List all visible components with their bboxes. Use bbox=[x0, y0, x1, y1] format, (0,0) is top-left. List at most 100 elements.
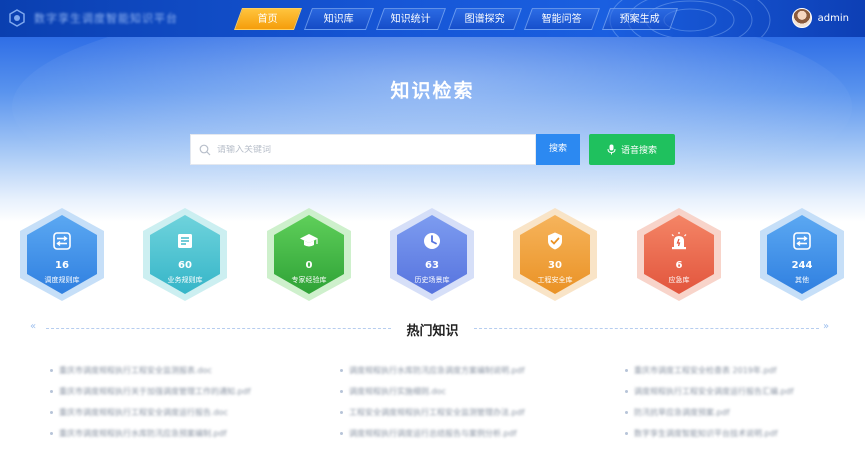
search-hero: 知识检索 搜索 语音搜索 bbox=[0, 37, 865, 222]
hot-item-title: 调度规程执行工程安全调度运行报告汇编.pdf bbox=[634, 387, 794, 396]
top-header: 数字孪生调度智能知识平台 首页 知识库 知识统计 图谱探究 智能问答 预案生成 … bbox=[0, 0, 865, 37]
hot-list-item[interactable]: 数字孪生调度智能知识平台技术说明.pdf bbox=[625, 423, 794, 444]
cat-history-scenes[interactable]: 63 历史场景库 bbox=[386, 207, 478, 302]
bullet-dot bbox=[625, 432, 628, 435]
search-input[interactable] bbox=[217, 144, 517, 155]
hot-list-item[interactable]: 重庆市调度规程执行工程安全调度运行报告.doc bbox=[50, 402, 251, 423]
hexagon-shape bbox=[390, 208, 474, 301]
nav-item-knowledge-base[interactable]: 知识库 bbox=[303, 8, 375, 30]
hot-list-item[interactable]: 调度规程执行水库防汛应急调度方案编制说明.pdf bbox=[340, 360, 525, 381]
cat-emergency[interactable]: 6 应急库 bbox=[633, 207, 725, 302]
bullet-dot bbox=[50, 369, 53, 372]
nav-label: 预案生成 bbox=[619, 14, 660, 25]
microphone-icon bbox=[607, 144, 616, 155]
category-label: 应急库 bbox=[668, 276, 690, 284]
nav-item-smart-qa[interactable]: 智能问答 bbox=[523, 8, 601, 30]
category-count: 0 bbox=[305, 260, 313, 271]
nav-label: 图谱探究 bbox=[464, 14, 505, 25]
nav-label: 智能问答 bbox=[541, 14, 582, 25]
hot-item-title: 重庆市调度规程执行关于加强调度管理工作的通知.pdf bbox=[59, 387, 251, 396]
bullet-dot bbox=[625, 411, 628, 414]
bullet-dot bbox=[50, 432, 53, 435]
hot-item-title: 调度规程执行水库防汛应急调度方案编制说明.pdf bbox=[349, 366, 525, 375]
alarm-icon bbox=[671, 232, 687, 250]
cat-expert-experience[interactable]: 0 专家经验库 bbox=[263, 207, 355, 302]
hot-list-item[interactable]: 调度规程执行实施细则.doc bbox=[340, 381, 525, 402]
sliders-icon bbox=[53, 232, 71, 250]
bullet-dot bbox=[50, 390, 53, 393]
cat-other[interactable]: 244 其他 bbox=[756, 207, 848, 302]
nav-item-knowledge-stats[interactable]: 知识统计 bbox=[375, 8, 447, 30]
cat-engineering-safety[interactable]: 30 工程安全库 bbox=[509, 207, 601, 302]
category-label: 工程安全库 bbox=[537, 276, 573, 284]
shield-check-icon bbox=[548, 232, 562, 250]
bullet-dot bbox=[340, 432, 343, 435]
hexagon-shape bbox=[20, 208, 104, 301]
sliders-icon bbox=[793, 232, 811, 250]
category-label: 其他 bbox=[795, 276, 809, 284]
nav-item-graph-explore[interactable]: 图谱探究 bbox=[447, 8, 523, 30]
logo[interactable]: 数字孪生调度智能知识平台 bbox=[8, 9, 178, 27]
page-title: 知识检索 bbox=[390, 80, 475, 102]
bullet-dot bbox=[340, 369, 343, 372]
hot-item-title: 调度规程执行实施细则.doc bbox=[349, 387, 446, 396]
bullet-dot bbox=[625, 390, 628, 393]
hot-item-title: 重庆市调度规程执行工程安全监测报表.doc bbox=[59, 366, 212, 375]
hexagon-shape bbox=[143, 208, 227, 301]
hot-list-item[interactable]: 重庆市调度规程执行关于加强调度管理工作的通知.pdf bbox=[50, 381, 251, 402]
hot-list-item[interactable]: 重庆市调度工程安全检查表 2019年.pdf bbox=[625, 360, 794, 381]
hot-list-item[interactable]: 调度规程执行调度运行总结报告与案例分析.pdf bbox=[340, 423, 525, 444]
book-icon bbox=[178, 234, 192, 248]
hot-item-title: 工程安全调度规程执行工程安全监测管理办法.pdf bbox=[349, 408, 525, 417]
hot-item-title: 数字孪生调度智能知识平台技术说明.pdf bbox=[634, 429, 778, 438]
hot-list-item[interactable]: 重庆市调度规程执行水库防汛应急预案编制.pdf bbox=[50, 423, 251, 444]
nav-label: 知识统计 bbox=[390, 14, 431, 25]
search-icon bbox=[199, 144, 211, 155]
voice-search-button[interactable]: 语音搜索 bbox=[589, 134, 675, 165]
category-label: 调度规则库 bbox=[44, 276, 80, 284]
voice-search-label: 语音搜索 bbox=[620, 146, 657, 156]
chevron-right-double-icon[interactable]: » bbox=[823, 321, 829, 332]
category-label: 业务规则库 bbox=[167, 276, 203, 284]
cat-business-rules[interactable]: 60 业务规则库 bbox=[139, 207, 231, 302]
hero-background-glow bbox=[12, 37, 852, 217]
category-count: 63 bbox=[425, 260, 439, 271]
nav-item-plan-generation[interactable]: 预案生成 bbox=[601, 8, 679, 30]
cat-dispatch-rules[interactable]: 16 调度规则库 bbox=[16, 207, 108, 302]
hot-list-item[interactable]: 防汛抗旱应急调度预案.pdf bbox=[625, 402, 794, 423]
search-box[interactable] bbox=[190, 134, 536, 165]
hot-item-title: 调度规程执行调度运行总结报告与案例分析.pdf bbox=[349, 429, 517, 438]
hot-list-item[interactable]: 调度规程执行工程安全调度运行报告汇编.pdf bbox=[625, 381, 794, 402]
hexagon-shape bbox=[760, 208, 844, 301]
hot-item-title: 重庆市调度工程安全检查表 2019年.pdf bbox=[634, 366, 777, 375]
hot-list-item[interactable]: 重庆市调度规程执行工程安全监测报表.doc bbox=[50, 360, 251, 381]
user-menu[interactable]: admin bbox=[791, 8, 849, 28]
category-count: 16 bbox=[55, 260, 69, 271]
avatar[interactable] bbox=[791, 8, 812, 28]
category-count: 244 bbox=[791, 260, 813, 271]
search-button[interactable]: 搜索 bbox=[536, 134, 580, 165]
hot-item-title: 重庆市调度规程执行水库防汛应急预案编制.pdf bbox=[59, 429, 227, 438]
hexagon-shape bbox=[267, 208, 351, 301]
category-count: 30 bbox=[548, 260, 562, 271]
hot-knowledge-header: « 热门知识 » bbox=[30, 318, 835, 339]
nav-item-home[interactable]: 首页 bbox=[233, 8, 303, 30]
category-label: 专家经验库 bbox=[291, 276, 327, 284]
hot-list-column-3: 重庆市调度工程安全检查表 2019年.pdf 调度规程执行工程安全调度运行报告汇编… bbox=[625, 360, 794, 444]
bullet-dot bbox=[340, 411, 343, 414]
hexagon-shape bbox=[513, 208, 597, 301]
hot-knowledge-title: 热门知识 bbox=[406, 324, 459, 339]
nav-label: 首页 bbox=[257, 14, 278, 25]
username[interactable]: admin bbox=[818, 13, 849, 24]
bullet-dot bbox=[50, 411, 53, 414]
hot-item-title: 防汛抗旱应急调度预案.pdf bbox=[634, 408, 730, 417]
app-title: 数字孪生调度智能知识平台 bbox=[34, 12, 178, 25]
main-nav: 首页 知识库 知识统计 图谱探究 智能问答 预案生成 bbox=[233, 8, 679, 30]
divider bbox=[474, 328, 819, 329]
hot-list-column-2: 调度规程执行水库防汛应急调度方案编制说明.pdf 调度规程执行实施细则.doc 工程… bbox=[340, 360, 525, 444]
category-label: 历史场景库 bbox=[414, 276, 450, 284]
category-grid: 16 调度规则库 60 业务规则库 0 专家经验库 63 历史场景库 30 工程安全库 6 应急库 24… bbox=[0, 207, 865, 302]
hot-list-item[interactable]: 工程安全调度规程执行工程安全监测管理办法.pdf bbox=[340, 402, 525, 423]
hot-list-column-1: 重庆市调度规程执行工程安全监测报表.doc 重庆市调度规程执行关于加强调度管理工作… bbox=[50, 360, 251, 444]
nav-label: 知识库 bbox=[323, 14, 354, 25]
